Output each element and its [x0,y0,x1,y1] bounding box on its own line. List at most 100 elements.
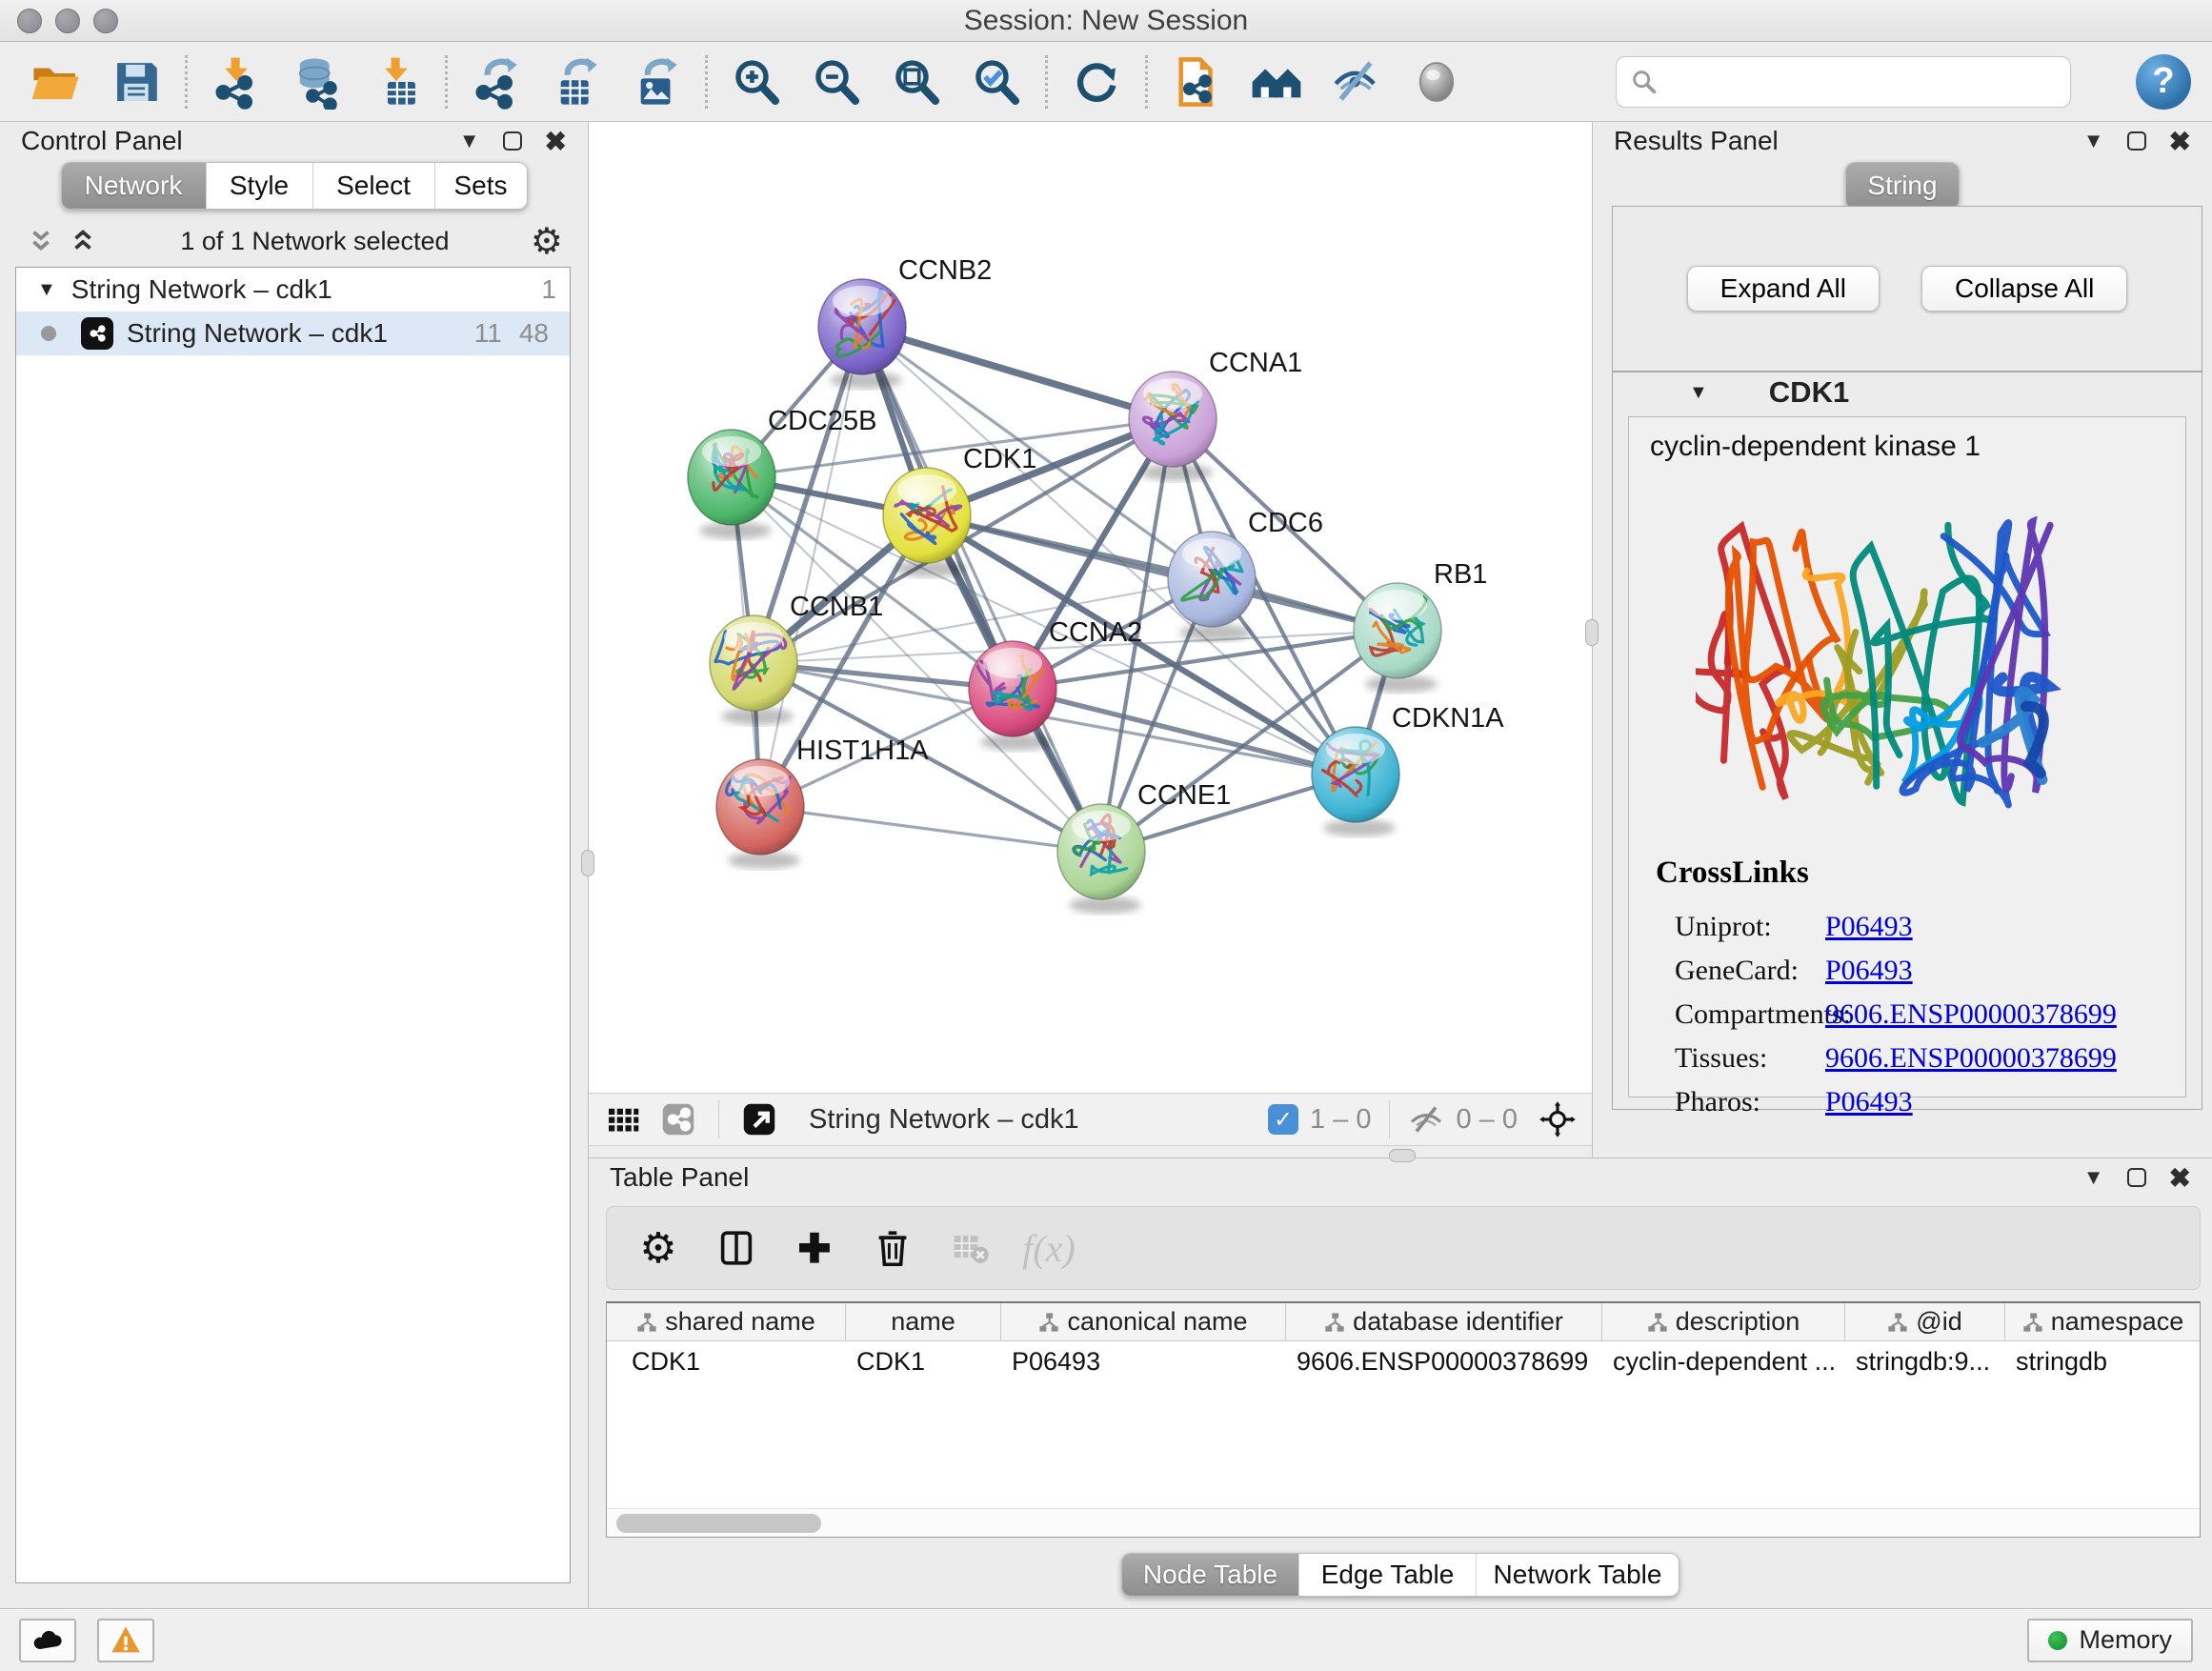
control-panel-float-button[interactable]: ▼ [459,129,480,153]
control-panel-undock-button[interactable] [503,131,522,151]
hide-selected-button[interactable] [1321,49,1392,115]
column-header-database-identifier[interactable]: database identifier [1286,1303,1602,1340]
network-edge-HIST1H1A-CCNE1[interactable] [760,807,1101,852]
network-node-CDC6[interactable]: CDC6 [1168,508,1323,641]
network-edge-CDK1-RB1[interactable] [927,515,1398,631]
column-header-description[interactable]: description [1602,1303,1845,1340]
hidden-eye-icon[interactable] [1407,1100,1445,1138]
selected-checkbox[interactable]: ✓ [1268,1104,1298,1135]
control-tab-select[interactable]: Select [313,163,435,209]
table-tab-node-table[interactable]: Node Table [1122,1554,1299,1596]
column-header-shared-name[interactable]: shared name [607,1303,846,1340]
scrollbar-thumb[interactable] [616,1514,821,1533]
table-tab-network-table[interactable]: Network Table [1477,1554,1679,1596]
results-panel-float-button[interactable]: ▼ [2083,129,2104,153]
expand-all-button[interactable]: Expand All [1687,266,1880,312]
show-columns-button[interactable] [712,1223,761,1273]
save-session-button[interactable] [101,49,171,115]
results-panel-undock-button[interactable] [2127,131,2146,151]
string-tools-button[interactable] [657,1098,699,1140]
open-session-button[interactable] [21,49,91,115]
search-input[interactable] [1668,67,2057,96]
delete-column-button[interactable] [868,1223,917,1273]
crosslink-label: Uniprot: [1675,911,1825,943]
first-neighbors-button[interactable] [1241,49,1312,115]
cell-database-identifier[interactable]: 9606.ENSP00000378699 [1286,1347,1602,1377]
cell-canonical-name[interactable]: P06493 [1001,1347,1286,1377]
show-grid-button[interactable] [602,1098,644,1140]
gene-collapse-icon[interactable]: ▼ [1689,382,1708,404]
table-row[interactable]: CDK1CDK1P064939606.ENSP00000378699cyclin… [607,1341,2200,1381]
results-panel-close-button[interactable]: ✖ [2169,126,2191,157]
import-network-icon [209,54,264,110]
column-header-namespace[interactable]: namespace [2005,1303,2201,1340]
new-network-from-selection-button[interactable] [1161,49,1232,115]
network-node-HIST1H1A[interactable]: HIST1H1A [716,735,929,869]
network-options-gear-icon[interactable]: ⚙ [531,220,563,263]
open-in-new-window-button[interactable] [738,1098,780,1140]
network-edge-CCNB2-CCNE1[interactable] [862,327,1101,852]
create-column-button[interactable]: ✚ [790,1223,839,1273]
column-header-id[interactable]: @id [1845,1303,2005,1340]
import-table-from-file-button[interactable] [361,49,432,115]
crosslink-link[interactable]: 9606.ENSP00000378699 [1825,998,2117,1031]
horizontal-splitter-handle[interactable] [1389,1149,1416,1162]
import-network-from-database-button[interactable] [281,49,352,115]
network-row[interactable]: String Network – cdk1 11 48 [16,312,570,355]
control-panel-close-button[interactable]: ✖ [545,126,567,157]
network-node-CCNB2[interactable]: CCNB2 [818,255,992,389]
warnings-button[interactable] [97,1619,154,1662]
zoom-out-button[interactable] [801,49,872,115]
network-node-CDC25B[interactable]: CDC25B [688,406,876,539]
crosslink-link[interactable]: P06493 [1825,1086,1913,1118]
right-splitter-handle[interactable] [1585,619,1599,646]
network-edge-CCNB2-CCNA1[interactable] [862,327,1173,419]
crosslink-link[interactable]: P06493 [1825,911,1913,943]
results-tab-string[interactable]: String [1846,163,1959,209]
left-splitter-handle[interactable] [581,850,594,876]
table-panel-close-button[interactable]: ✖ [2169,1162,2191,1194]
table-tab-edge-table[interactable]: Edge Table [1299,1554,1477,1596]
table-panel-float-button[interactable]: ▼ [2083,1165,2104,1190]
collection-expand-icon[interactable]: ▼ [37,279,56,301]
network-collection-row[interactable]: ▼ String Network – cdk1 1 [16,268,570,312]
zoom-fit-content-button[interactable] [881,49,952,115]
zoom-in-button[interactable] [721,49,792,115]
network-node-CCNE1[interactable]: CCNE1 [1057,780,1231,914]
export-table-button[interactable] [541,49,612,115]
network-node-RB1[interactable]: RB1 [1354,559,1487,693]
table-panel-undock-button[interactable] [2127,1168,2146,1187]
cloud-status-button[interactable] [19,1619,76,1662]
fit-selected-button[interactable] [1537,1098,1579,1140]
column-header-name[interactable]: name [846,1303,1001,1340]
cell-shared-name[interactable]: CDK1 [607,1347,846,1377]
crosslink-label: Compartments: [1675,998,1825,1031]
apply-preferred-layout-button[interactable] [1061,49,1132,115]
gene-result-header[interactable]: ▼ CDK1 [1613,372,2202,413]
cell-id[interactable]: stringdb:9... [1845,1347,2005,1377]
search-field[interactable] [1616,56,2071,108]
help-button[interactable]: ? [2136,54,2191,110]
network-list: ▼ String Network – cdk1 1 String Network… [15,267,571,1583]
table-options-gear-icon[interactable]: ⚙ [633,1223,683,1273]
memory-button[interactable]: Memory [2027,1619,2193,1662]
collapse-all-button[interactable]: Collapse All [1921,266,2127,312]
export-network-button[interactable] [461,49,532,115]
cell-namespace[interactable]: stringdb [2005,1347,2201,1377]
zoom-selected-button[interactable] [961,49,1032,115]
control-tab-style[interactable]: Style [207,163,313,209]
show-graphics-details-button[interactable] [1401,49,1472,115]
control-tab-sets[interactable]: Sets [435,163,527,209]
export-image-button[interactable] [621,49,692,115]
cell-name[interactable]: CDK1 [846,1347,1001,1377]
expand-all-networks-icon[interactable] [67,227,99,255]
network-node-CDKN1A[interactable]: CDKN1A [1312,703,1504,836]
collapse-all-networks-icon[interactable] [25,227,57,255]
column-header-canonical-name[interactable]: canonical name [1001,1303,1286,1340]
crosslink-link[interactable]: 9606.ENSP00000378699 [1825,1042,2117,1075]
import-network-from-file-button[interactable] [201,49,271,115]
control-tab-network[interactable]: Network [62,163,207,209]
crosslink-link[interactable]: P06493 [1825,955,1913,987]
network-canvas[interactable]: CCNB2CCNA1CDC25BCDK1CDC6RB1CCNB1CCNA2CDK… [589,122,1592,1093]
cell-description[interactable]: cyclin-dependent ... [1602,1347,1845,1377]
